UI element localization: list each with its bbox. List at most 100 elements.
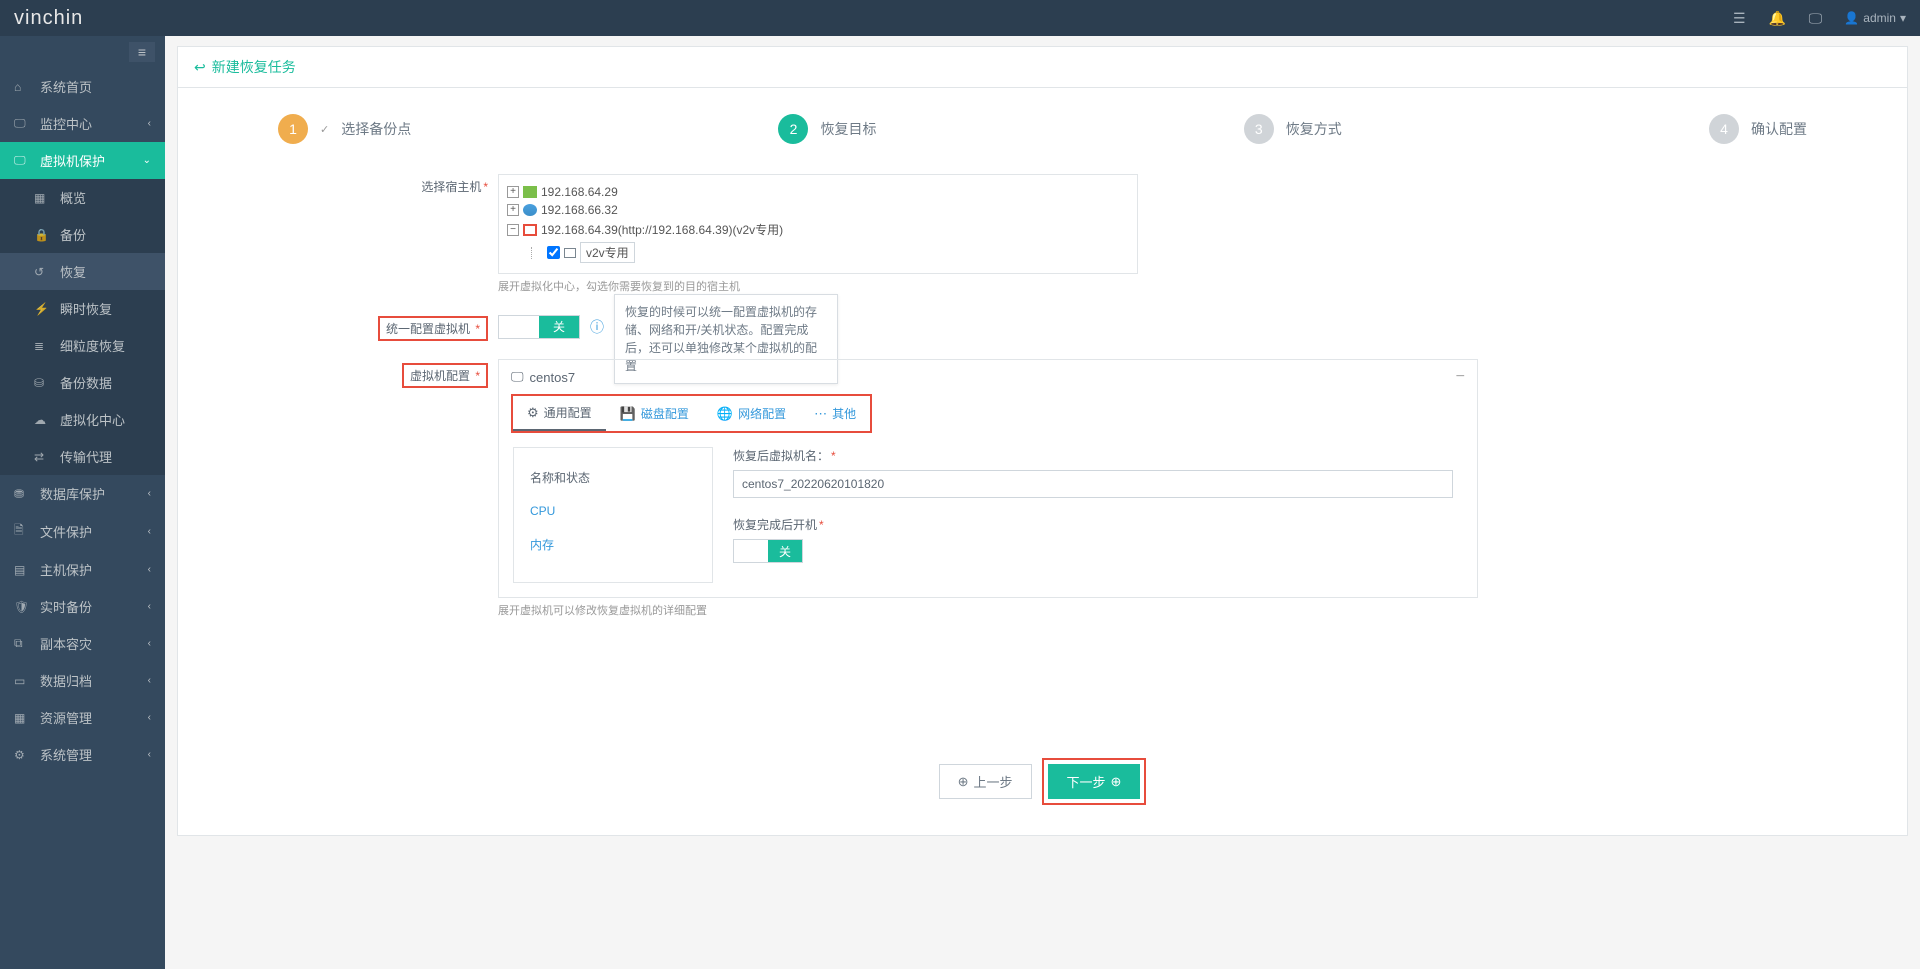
chevron-left-icon: ‹ (148, 749, 151, 760)
vm-config-label: 虚拟机配置 * (238, 359, 498, 618)
globe-icon: 🌐 (717, 406, 733, 422)
sidebar-item-vmprotect[interactable]: 🖵虚拟机保护⌄ (0, 142, 165, 179)
db-icon: ⛃ (14, 487, 30, 501)
sidebar-item-replica[interactable]: ⧉副本容灾‹ (0, 625, 165, 662)
panel-title: ↩ 新建恢复任务 (178, 47, 1907, 88)
tree-node-2[interactable]: +192.168.66.32 (507, 201, 1129, 219)
step-1[interactable]: 1 ✓ 选择备份点 (278, 114, 411, 144)
tree-node-1[interactable]: +192.168.64.29 (507, 183, 1129, 201)
collapse-icon[interactable]: − (507, 224, 519, 236)
expand-icon[interactable]: + (507, 186, 519, 198)
sidebar-item-host[interactable]: ▤主机保护‹ (0, 551, 165, 588)
info-icon[interactable]: ⓘ (590, 317, 604, 337)
back-arrow-icon[interactable]: ↩ (194, 59, 206, 76)
shield-icon: 🛡 (14, 600, 30, 614)
vm-accordion-header[interactable]: 🖵centos7 − (499, 360, 1477, 394)
uniform-config-label: 统一配置虚拟机 * (238, 312, 498, 341)
minus-icon[interactable]: − (1456, 368, 1465, 386)
tree-node-4[interactable]: v2v专用 (507, 240, 1129, 265)
copy-icon: ⧉ (14, 636, 30, 651)
sidebar-item-granular[interactable]: ≣细粒度恢复 (0, 327, 165, 364)
chevron-left-icon: ‹ (148, 488, 151, 499)
tab-other[interactable]: ⋯其他 (800, 396, 870, 431)
more-icon: ⋯ (814, 406, 827, 422)
uniform-config-toggle[interactable]: 关 (498, 315, 580, 339)
sidebar-item-monitor[interactable]: 🖵监控中心‹ (0, 105, 165, 142)
tab-network[interactable]: 🌐网络配置 (703, 396, 800, 431)
chevron-left-icon: ‹ (148, 564, 151, 575)
home-icon: ⌂ (14, 80, 30, 94)
prev-button[interactable]: ⊕上一步 (939, 764, 1032, 799)
app-header: vinchin ☰ 🔔 🖵 👤 admin ▾ (0, 0, 1920, 36)
wizard-panel: ↩ 新建恢复任务 1 ✓ 选择备份点 2 恢复目标 3 恢 (177, 46, 1908, 836)
config-tabs: ⚙通用配置 💾磁盘配置 🌐网络配置 ⋯其他 (513, 396, 870, 431)
proxy-icon: ⇄ (34, 450, 50, 464)
vm-icon: 🖵 (14, 153, 30, 168)
sidebar-item-db[interactable]: ⛃数据库保护‹ (0, 475, 165, 512)
chevron-down-icon: ▾ (1900, 11, 1906, 25)
lock-icon: 🔒 (34, 228, 50, 242)
vm-name-label: 恢复后虚拟机名：* (733, 447, 1463, 464)
vm-accordion: 🖵centos7 − ⚙通用配置 💾磁盘配置 🌐网络配置 ⋯其他 (498, 359, 1478, 598)
restore-icon: ↺ (34, 265, 50, 279)
sidebar-item-backupdata[interactable]: ⛁备份数据 (0, 364, 165, 401)
list-icon[interactable]: ☰ (1730, 9, 1748, 27)
sidebar-item-instant[interactable]: ⚡瞬时恢复 (0, 290, 165, 327)
chevron-left-icon: ‹ (148, 526, 151, 537)
flash-icon: ⚡ (34, 302, 50, 316)
sidebar-item-restore[interactable]: ↺恢复 (0, 253, 165, 290)
tree-node-3[interactable]: −192.168.64.39(http://192.168.64.39)(v2v… (507, 219, 1129, 240)
monitor-icon: 🖵 (14, 116, 30, 131)
side-item-mem[interactable]: 内存 (528, 527, 698, 562)
tabs-highlight: ⚙通用配置 💾磁盘配置 🌐网络配置 ⋯其他 (511, 394, 872, 433)
user-icon: 👤 (1844, 11, 1859, 25)
chevron-left-icon: ‹ (148, 712, 151, 723)
side-item-cpu[interactable]: CPU (528, 495, 698, 527)
tab-disk[interactable]: 💾磁盘配置 (606, 396, 703, 431)
sidebar-item-resource[interactable]: ▦资源管理‹ (0, 699, 165, 736)
sidebar-toggle-wrap: ≡ (0, 36, 165, 68)
chevron-left-icon: ‹ (148, 118, 151, 129)
vm-icon (564, 248, 576, 258)
step-4[interactable]: 4 确认配置 (1709, 114, 1807, 144)
chevron-left-icon: ‹ (148, 601, 151, 612)
sidebar-item-home[interactable]: ⌂系统首页 (0, 68, 165, 105)
vmware-icon (523, 186, 537, 198)
poweron-toggle[interactable]: 关 (733, 539, 803, 563)
sidebar-item-overview[interactable]: ▦概览 (0, 179, 165, 216)
wizard-footer: ⊕上一步 下一步⊕ (238, 758, 1847, 805)
sidebar-item-backup[interactable]: 🔒备份 (0, 216, 165, 253)
host-tree[interactable]: +192.168.64.29 +192.168.66.32 −192.168.6… (498, 174, 1138, 274)
sidebar-item-realtime[interactable]: 🛡实时备份‹ (0, 588, 165, 625)
bell-icon[interactable]: 🔔 (1768, 9, 1786, 27)
vm-config-hint: 展开虚拟机可以修改恢复虚拟机的详细配置 (498, 602, 1847, 618)
vm-name-input[interactable] (733, 470, 1453, 498)
tree-hint: 展开虚拟化中心，勾选你需要恢复到的目的宿主机 (498, 278, 1847, 294)
step-3[interactable]: 3 恢复方式 (1244, 114, 1342, 144)
step-2[interactable]: 2 恢复目标 (778, 114, 876, 144)
arrow-right-icon: ⊕ (1111, 774, 1122, 790)
header-toolbar: ☰ 🔔 🖵 👤 admin ▾ (1730, 9, 1906, 27)
expand-icon[interactable]: + (507, 204, 519, 216)
sidebar-item-proxy[interactable]: ⇄传输代理 (0, 438, 165, 475)
logo: vinchin (14, 7, 83, 30)
select-host-label: 选择宿主机* (238, 174, 498, 294)
next-button[interactable]: 下一步⊕ (1048, 764, 1141, 799)
sidebar-item-file[interactable]: 🗎文件保护‹ (0, 512, 165, 551)
sidebar-item-archive[interactable]: ▭数据归档‹ (0, 662, 165, 699)
server-icon: ▤ (14, 563, 30, 577)
file-icon: ≣ (34, 339, 50, 353)
gear-icon: ⚙ (14, 748, 30, 762)
sidebar-item-system[interactable]: ⚙系统管理‹ (0, 736, 165, 773)
archive-icon: ▭ (14, 674, 30, 688)
chevron-left-icon: ‹ (148, 675, 151, 686)
monitor-icon[interactable]: 🖵 (1806, 9, 1824, 27)
resource-icon: ▦ (14, 711, 30, 725)
sidebar-item-vcenter[interactable]: ☁虚拟化中心 (0, 401, 165, 438)
tree-checkbox[interactable] (547, 246, 560, 259)
tab-general[interactable]: ⚙通用配置 (513, 396, 606, 431)
side-item-name[interactable]: 名称和状态 (528, 460, 698, 495)
user-menu[interactable]: 👤 admin ▾ (1844, 11, 1906, 25)
host-highlight-icon (523, 224, 537, 236)
sidebar-toggle[interactable]: ≡ (129, 42, 155, 62)
